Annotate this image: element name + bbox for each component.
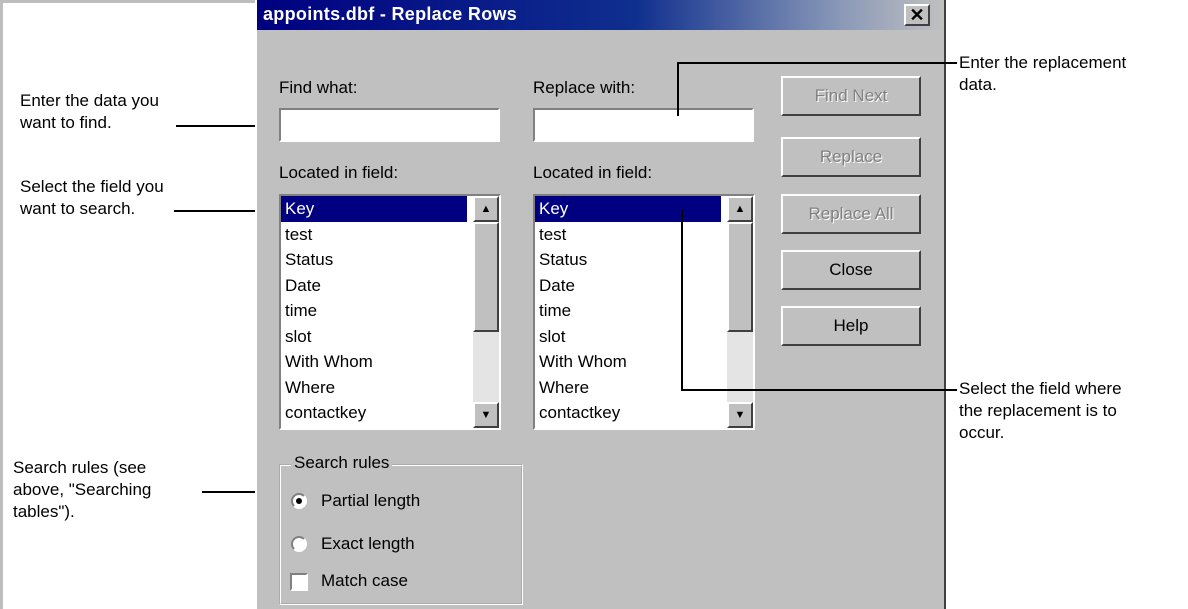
exact-length-label[interactable]: Exact length — [321, 534, 415, 554]
frame-top-border — [0, 0, 255, 3]
annotation-search-rules: Search rules (see above, "Searching tabl… — [13, 458, 152, 521]
annotation-find-data: Enter the data you want to find. — [20, 91, 159, 132]
search-rules-group: Search rules Partial length Exact length… — [279, 453, 523, 605]
annotation-replacement-field: Select the field where the replacement i… — [959, 379, 1122, 442]
list-item[interactable]: Date — [281, 273, 467, 299]
replace-with-input[interactable] — [533, 108, 754, 142]
callout-line-replacement-vertical — [677, 62, 679, 116]
list-item[interactable]: With Whom — [535, 349, 721, 375]
list-item[interactable]: Date — [535, 273, 721, 299]
scroll-thumb[interactable] — [727, 222, 753, 332]
scroll-down-arrow-icon[interactable]: ▼ — [473, 402, 499, 428]
find-what-input[interactable] — [279, 108, 500, 142]
replace-with-label: Replace with: — [533, 78, 636, 97]
callout-line-field-horizontal — [681, 389, 957, 391]
list-item[interactable]: Key — [281, 196, 467, 222]
replace-button[interactable]: Replace — [781, 137, 921, 177]
close-button[interactable]: Close — [781, 250, 921, 290]
list-item[interactable]: time — [535, 298, 721, 324]
replace-all-button[interactable]: Replace All — [781, 194, 921, 234]
search-rules-title: Search rules — [291, 453, 393, 473]
match-case-checkbox[interactable] — [290, 573, 308, 591]
frame-left-border — [0, 0, 3, 609]
annotation-select-field: Select the field you want to search. — [20, 177, 164, 218]
list-item[interactable]: contactkey — [281, 400, 467, 426]
find-located-in-field-label: Located in field: — [279, 163, 399, 182]
find-next-button[interactable]: Find Next — [781, 76, 921, 116]
replace-field-listbox[interactable]: Key test Status Date time slot With Whom… — [533, 194, 755, 430]
scroll-down-arrow-icon[interactable]: ▼ — [727, 402, 753, 428]
list-item[interactable]: time — [281, 298, 467, 324]
exact-length-radio[interactable] — [291, 536, 307, 552]
list-item[interactable]: contactkey — [535, 400, 721, 426]
find-field-listbox[interactable]: Key test Status Date time slot With Whom… — [279, 194, 501, 430]
callout-line-replacement-horizontal — [677, 62, 957, 64]
list-item[interactable]: Status — [281, 247, 467, 273]
close-window-button[interactable]: ✕ — [904, 4, 930, 26]
find-field-scrollbar[interactable]: ▲ ▼ — [473, 196, 499, 428]
callout-line-field-vertical — [681, 209, 683, 391]
replace-located-in-field-label: Located in field: — [533, 163, 653, 182]
match-case-label[interactable]: Match case — [321, 571, 408, 591]
window-title: appoints.dbf - Replace Rows — [263, 4, 518, 24]
scroll-up-arrow-icon[interactable]: ▲ — [727, 196, 753, 222]
annotation-replacement-data: Enter the replacement data. — [959, 53, 1127, 94]
list-item[interactable]: slot — [535, 324, 721, 350]
help-button[interactable]: Help — [781, 306, 921, 346]
replace-rows-dialog: appoints.dbf - Replace Rows ✕ Find what:… — [255, 0, 946, 609]
close-icon: ✕ — [909, 5, 925, 25]
list-item[interactable]: Status — [535, 247, 721, 273]
list-item[interactable]: slot — [281, 324, 467, 350]
title-bar[interactable]: appoints.dbf - Replace Rows ✕ — [257, 0, 944, 30]
list-item[interactable]: Key — [535, 196, 721, 222]
list-item[interactable]: With Whom — [281, 349, 467, 375]
scroll-thumb[interactable] — [473, 222, 499, 332]
list-item[interactable]: test — [535, 222, 721, 248]
list-item[interactable]: Where — [535, 375, 721, 401]
scroll-up-arrow-icon[interactable]: ▲ — [473, 196, 499, 222]
replace-field-scrollbar[interactable]: ▲ ▼ — [727, 196, 753, 428]
find-what-label: Find what: — [279, 78, 358, 97]
list-item[interactable]: Where — [281, 375, 467, 401]
partial-length-radio[interactable] — [291, 493, 307, 509]
list-item[interactable]: test — [281, 222, 467, 248]
radio-selected-dot — [296, 498, 302, 504]
partial-length-label[interactable]: Partial length — [321, 491, 420, 511]
